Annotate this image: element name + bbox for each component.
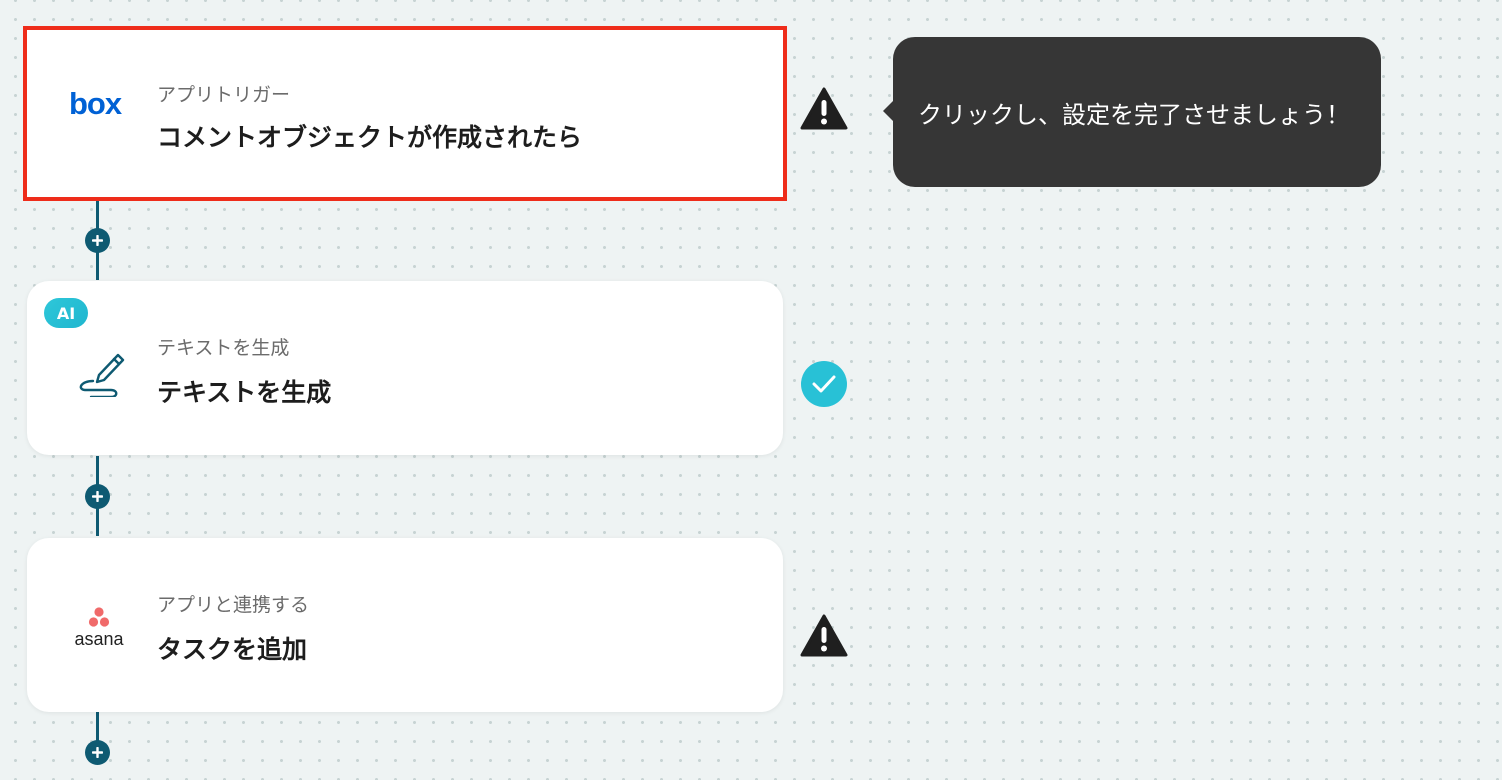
step-subtitle: アプリと連携する xyxy=(157,594,310,616)
add-step-button[interactable] xyxy=(85,740,110,765)
step-title: コメントオブジェクトが作成されたら xyxy=(157,123,583,152)
flow-step-asana[interactable]: asana アプリと連携する タスクを追加 xyxy=(27,538,783,712)
add-step-button[interactable] xyxy=(85,484,110,509)
step-subtitle: テキストを生成 xyxy=(157,337,290,359)
asana-logo-icon: asana xyxy=(65,590,133,654)
flow-step-ai-text[interactable]: AI テキストを生成 テキストを生成 xyxy=(27,281,783,455)
pen-squiggle-icon xyxy=(67,337,131,401)
warning-triangle-icon xyxy=(799,611,849,661)
tooltip-text: クリックし、設定を完了させましょう！ xyxy=(918,100,1350,129)
step-title: テキストを生成 xyxy=(157,378,332,407)
warning-triangle-icon xyxy=(799,84,849,134)
flow-step-box-trigger[interactable]: box アプリトリガー コメントオブジェクトが作成されたら xyxy=(23,26,787,201)
box-logo-icon: box xyxy=(66,72,130,136)
add-step-button[interactable] xyxy=(85,228,110,253)
plus-icon xyxy=(92,747,103,758)
svg-text:asana: asana xyxy=(74,629,124,649)
plus-icon xyxy=(92,235,103,246)
ai-badge: AI xyxy=(44,298,88,328)
step-subtitle: アプリトリガー xyxy=(157,84,291,106)
step-title: タスクを追加 xyxy=(157,635,308,664)
check-circle-icon xyxy=(799,359,849,409)
svg-text:box: box xyxy=(69,88,123,120)
plus-icon xyxy=(92,491,103,502)
setup-hint-tooltip: クリックし、設定を完了させましょう！ xyxy=(883,37,1381,187)
